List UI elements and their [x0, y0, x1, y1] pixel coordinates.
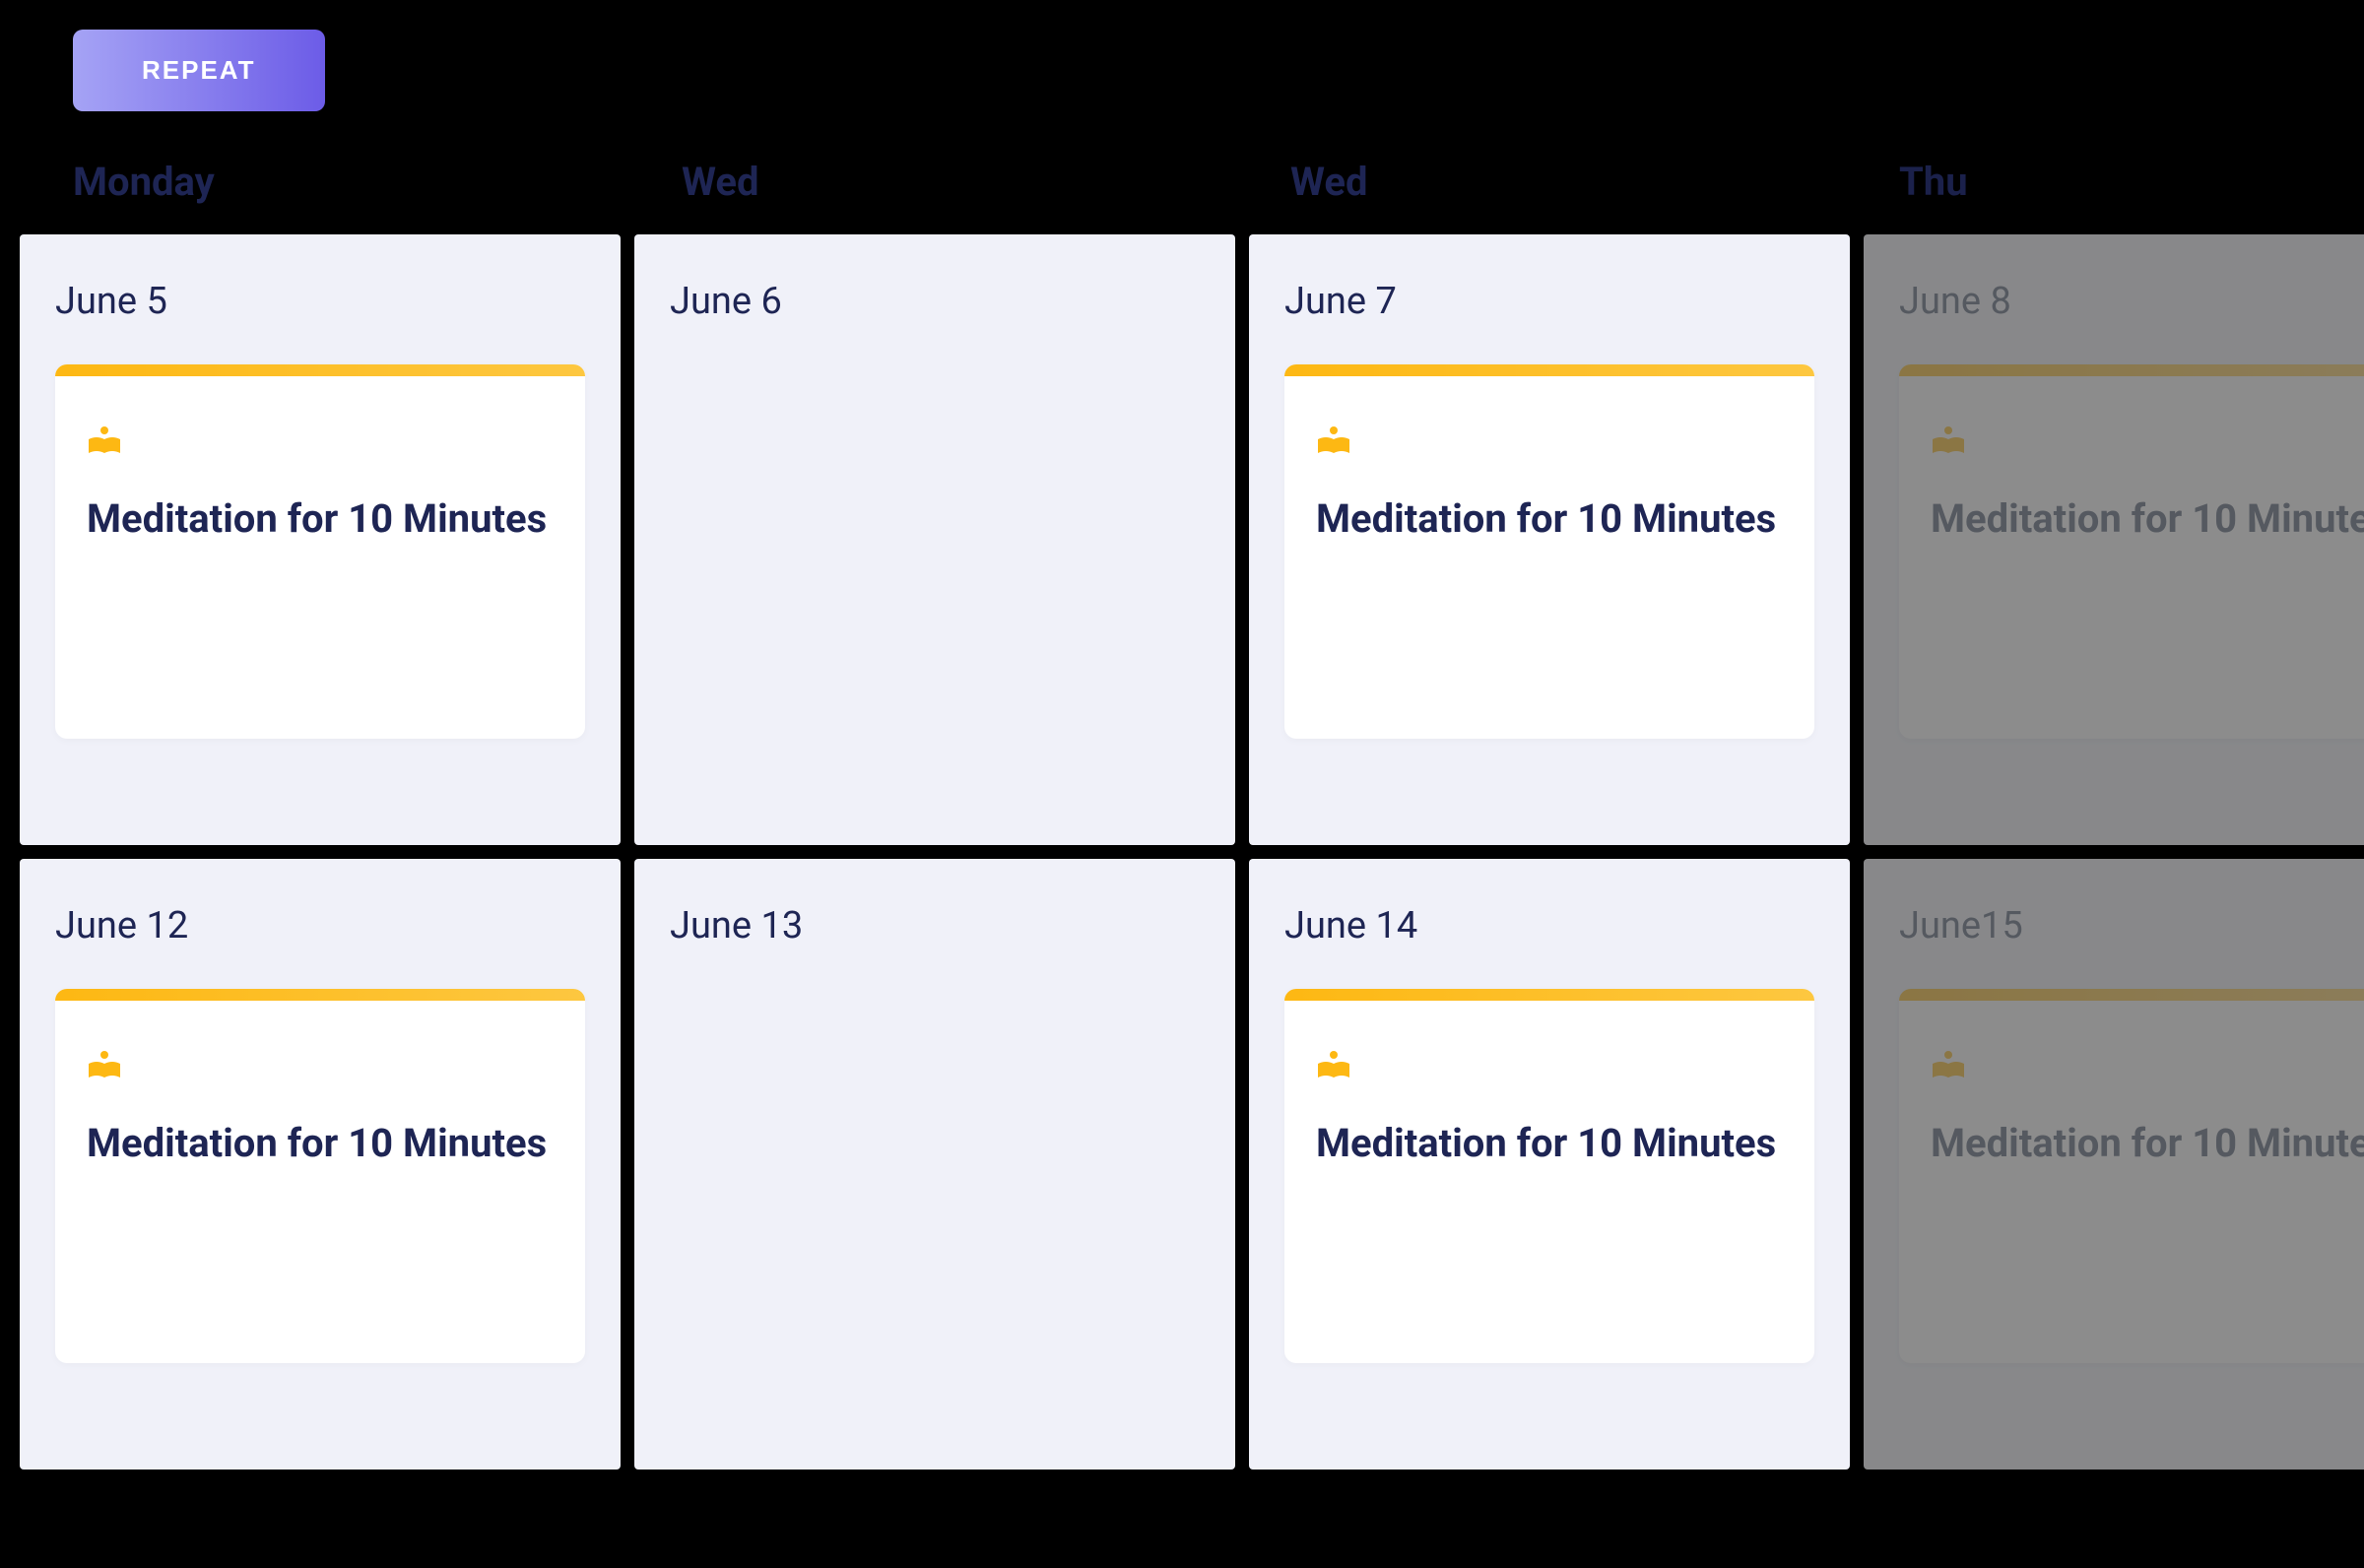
- task-title: Meditation for 10 Minutes: [1316, 1119, 1783, 1168]
- book-icon: [87, 1050, 122, 1087]
- task-accent-bar: [55, 364, 585, 376]
- task-title: Meditation for 10 Minutes: [1931, 494, 2364, 544]
- day-header-wed-2: Wed: [1279, 159, 1870, 205]
- task-title: Meditation for 10 Minutes: [1316, 494, 1783, 544]
- task-accent-bar: [55, 989, 585, 1001]
- task-card[interactable]: Meditation for 10 Minutes: [55, 989, 585, 1363]
- calendar-row: June 12 Meditation for 10 Minutes: [20, 859, 2344, 1470]
- day-date: June 14: [1284, 904, 1814, 947]
- task-accent-bar: [1284, 989, 1814, 1001]
- day-date: June 5: [55, 280, 585, 323]
- task-title: Meditation for 10 Minutes: [87, 1119, 554, 1168]
- day-cell[interactable]: June 12 Meditation for 10 Minutes: [20, 859, 621, 1470]
- task-accent-bar: [1284, 364, 1814, 376]
- day-date: June 6: [670, 280, 1200, 323]
- task-accent-bar: [1899, 989, 2364, 1001]
- day-cell[interactable]: June 7 Meditation for 10 Minutes: [1249, 234, 1850, 845]
- calendar-grid: June 5 Meditation for 10 Minutes: [20, 234, 2344, 1470]
- task-card[interactable]: Meditation for 10 Minutes: [1899, 364, 2364, 739]
- book-icon: [87, 425, 122, 463]
- book-icon: [1931, 425, 1966, 463]
- day-cell[interactable]: June 13: [634, 859, 1235, 1470]
- repeat-button[interactable]: REPEAT: [73, 30, 325, 111]
- task-accent-bar: [1899, 364, 2364, 376]
- day-header-monday: Monday: [61, 159, 652, 205]
- day-date: June 12: [55, 904, 585, 947]
- task-card[interactable]: Meditation for 10 Minutes: [1899, 989, 2364, 1363]
- task-card[interactable]: Meditation for 10 Minutes: [1284, 364, 1814, 739]
- book-icon: [1316, 1050, 1351, 1087]
- task-card[interactable]: Meditation for 10 Minutes: [1284, 989, 1814, 1363]
- day-date: June 13: [670, 904, 1200, 947]
- day-header-wed: Wed: [670, 159, 1261, 205]
- day-cell[interactable]: June 5 Meditation for 10 Minutes: [20, 234, 621, 845]
- task-title: Meditation for 10 Minutes: [1931, 1119, 2364, 1168]
- calendar-row: June 5 Meditation for 10 Minutes: [20, 234, 2344, 845]
- day-date: June 7: [1284, 280, 1814, 323]
- day-cell[interactable]: June15 Meditation for 10 Minutes: [1864, 859, 2364, 1470]
- day-date: June15: [1899, 904, 2364, 947]
- book-icon: [1931, 1050, 1966, 1087]
- task-title: Meditation for 10 Minutes: [87, 494, 554, 544]
- calendar-header-row: Monday Wed Wed Thu: [20, 159, 2344, 205]
- day-header-thu: Thu: [1887, 159, 2364, 205]
- calendar-container: REPEAT Monday Wed Wed Thu June 5: [0, 0, 2364, 1470]
- task-card[interactable]: Meditation for 10 Minutes: [55, 364, 585, 739]
- book-icon: [1316, 425, 1351, 463]
- day-cell[interactable]: June 14 Meditation for 10 Minutes: [1249, 859, 1850, 1470]
- day-date: June 8: [1899, 280, 2364, 323]
- day-cell[interactable]: June 6: [634, 234, 1235, 845]
- day-cell[interactable]: June 8 Meditation for 10 Minutes: [1864, 234, 2364, 845]
